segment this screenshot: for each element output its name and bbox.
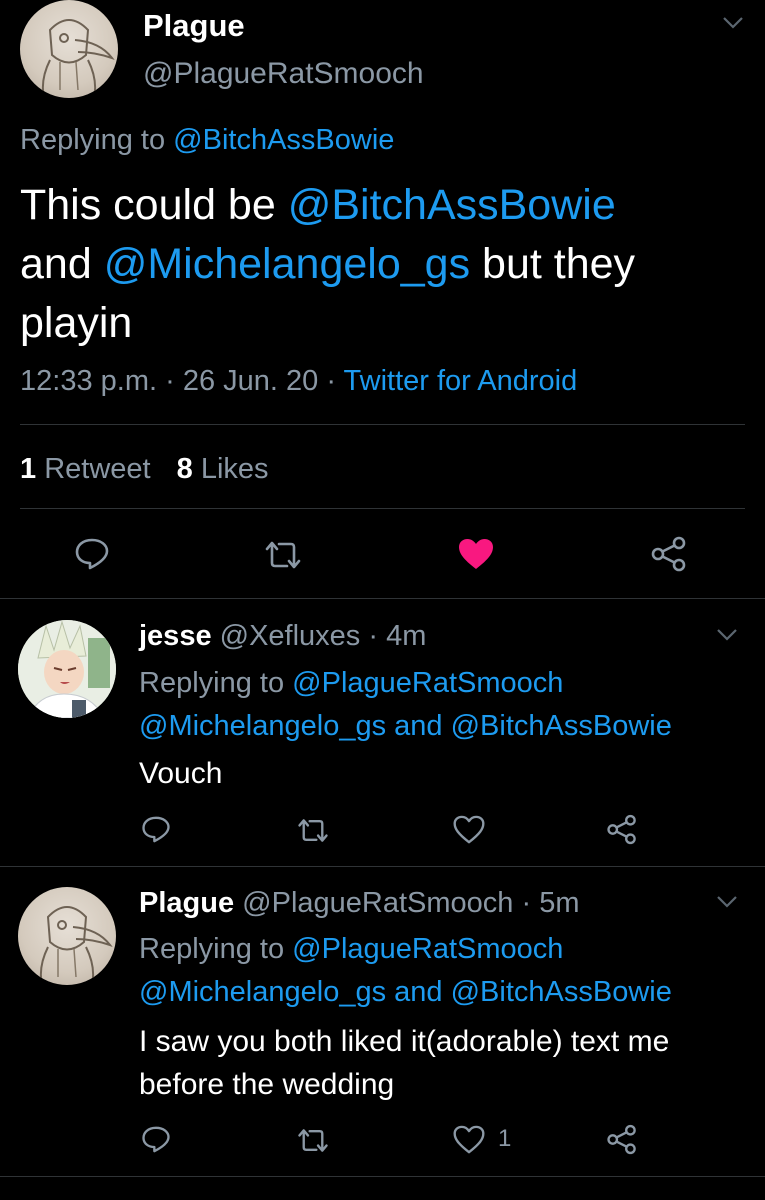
- avatar[interactable]: [18, 887, 116, 985]
- reply-icon[interactable]: [141, 1125, 171, 1154]
- mention-link[interactable]: @PlagueRatSmooch: [292, 933, 563, 965]
- retweets-count: 1: [20, 453, 37, 485]
- replying-to-and: and: [386, 976, 451, 1008]
- tweet-thread-page: Plague @PlagueRatSmooch Replying to @Bit…: [0, 0, 765, 1200]
- tweet-text-line-2: and @Michelangelo_gs but they: [20, 235, 750, 294]
- replying-to-label: Replying to: [20, 124, 174, 156]
- replying-to-label: Replying to: [139, 933, 293, 965]
- reply-age[interactable]: 4m: [386, 620, 426, 652]
- chevron-down-icon[interactable]: [716, 628, 738, 642]
- author-name[interactable]: Plague: [143, 8, 245, 44]
- reply-text-line-2: before the wedding: [139, 1068, 395, 1101]
- retweet-icon[interactable]: [263, 539, 303, 571]
- divider: [20, 424, 745, 425]
- reply-header: Plague @PlagueRatSmooch · 5m: [139, 884, 580, 922]
- mention-link[interactable]: @BitchAssBowie: [451, 710, 672, 742]
- divider: [20, 508, 745, 509]
- divider: [0, 866, 765, 867]
- chevron-down-icon[interactable]: [722, 16, 744, 30]
- reply-text: I saw you both liked it(adorable) text m…: [139, 1020, 669, 1106]
- tweet-date[interactable]: 26 Jun. 20: [183, 365, 318, 397]
- replying-to-mention[interactable]: @BitchAssBowie: [173, 124, 394, 156]
- tweet-text-segment: This could be: [20, 181, 288, 229]
- heart-icon[interactable]: [453, 1125, 485, 1154]
- reply-replying-to: Replying to @PlagueRatSmooch @Michelange…: [139, 662, 672, 748]
- tweet-stats: 1 Retweet 8 Likes: [20, 451, 269, 487]
- tweet-time[interactable]: 12:33 p.m.: [20, 365, 157, 397]
- tweet-text-segment: and: [20, 240, 104, 288]
- retweets-stat[interactable]: 1 Retweet: [20, 453, 151, 485]
- heart-icon[interactable]: [457, 537, 495, 571]
- mention-link[interactable]: @BitchAssBowie: [288, 181, 616, 229]
- like-count: 1: [498, 1125, 512, 1152]
- reply-text-line-1: I saw you both liked it(adorable) text m…: [139, 1025, 670, 1058]
- reply-header: jesse @Xefluxes · 4m: [139, 617, 426, 655]
- replying-to-line-1: Replying to @PlagueRatSmooch: [139, 928, 672, 971]
- mention-link[interactable]: @BitchAssBowie: [451, 976, 672, 1008]
- avatar[interactable]: [20, 0, 118, 98]
- tweet-source[interactable]: Twitter for Android: [344, 365, 578, 397]
- plague-doctor-avatar-image: [39, 906, 113, 985]
- mention-link[interactable]: @Michelangelo_gs: [104, 240, 470, 288]
- mention-link[interactable]: @PlagueRatSmooch: [292, 667, 563, 699]
- divider: [0, 1176, 765, 1177]
- reply-author-handle[interactable]: @Xefluxes: [220, 620, 361, 652]
- reply-icon[interactable]: [141, 815, 171, 844]
- replying-to-label: Replying to: [139, 667, 293, 699]
- replying-to-line-2: @Michelangelo_gs and @BitchAssBowie: [139, 971, 672, 1014]
- divider: [0, 598, 765, 599]
- reply-age[interactable]: 5m: [539, 887, 579, 919]
- retweet-icon[interactable]: [296, 817, 330, 844]
- chevron-down-icon[interactable]: [716, 895, 738, 909]
- retweets-label: Retweet: [44, 453, 151, 485]
- retweet-icon[interactable]: [296, 1127, 330, 1154]
- likes-count: 8: [176, 453, 193, 485]
- likes-label: Likes: [200, 453, 269, 485]
- reply-text: Vouch: [139, 757, 223, 790]
- heart-icon[interactable]: [453, 815, 485, 844]
- author-handle[interactable]: @PlagueRatSmooch: [143, 56, 424, 92]
- anime-character-avatar-image: [18, 620, 116, 718]
- tweet-text-line-1: This could be @BitchAssBowie: [20, 176, 750, 235]
- reply-icon[interactable]: [74, 537, 110, 571]
- share-icon[interactable]: [606, 814, 638, 845]
- replying-to-line-1: Replying to @PlagueRatSmooch: [139, 662, 672, 705]
- replying-to-line: Replying to @BitchAssBowie: [20, 122, 394, 158]
- replying-to-and: and: [386, 710, 451, 742]
- separator: ·: [157, 365, 183, 397]
- separator: ·: [318, 365, 344, 397]
- reply-replying-to: Replying to @PlagueRatSmooch @Michelange…: [139, 928, 672, 1014]
- reply-author-handle[interactable]: @PlagueRatSmooch: [242, 887, 513, 919]
- reply-author-name[interactable]: jesse: [139, 620, 212, 652]
- tweet-meta: 12:33 p.m. · 26 Jun. 20 · Twitter for An…: [20, 363, 577, 399]
- tweet-text-line-3: playin: [20, 299, 133, 347]
- separator: ·: [360, 620, 387, 652]
- tweet-text: This could be @BitchAssBowie and @Michel…: [20, 176, 750, 353]
- share-icon[interactable]: [606, 1124, 638, 1155]
- mention-link[interactable]: @Michelangelo_gs: [139, 976, 386, 1008]
- mention-link[interactable]: @Michelangelo_gs: [139, 710, 386, 742]
- separator: ·: [513, 887, 540, 919]
- plague-doctor-avatar-image: [41, 19, 115, 98]
- replying-to-line-2: @Michelangelo_gs and @BitchAssBowie: [139, 705, 672, 748]
- tweet-text-segment: but they: [470, 240, 636, 288]
- likes-stat[interactable]: 8 Likes: [177, 453, 269, 485]
- reply-author-name[interactable]: Plague: [139, 887, 234, 919]
- avatar[interactable]: [18, 620, 116, 718]
- share-icon[interactable]: [650, 536, 688, 572]
